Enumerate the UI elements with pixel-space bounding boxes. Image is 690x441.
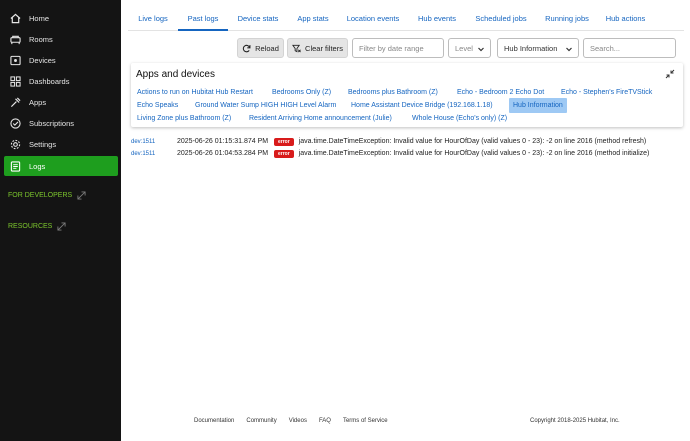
subscriptions-icon: [9, 117, 21, 129]
section-label: FOR DEVELOPERS: [8, 192, 73, 199]
search-input[interactable]: [583, 38, 676, 58]
sidebar-item-label: Devices: [29, 55, 56, 65]
sidebar-item-label: Apps: [29, 97, 47, 107]
app-filter-item-selected[interactable]: Hub Information: [509, 98, 567, 113]
apps-devices-panel: Apps and devices Actions to run on Hubit…: [131, 63, 683, 127]
log-message: java.time.DateTimeException: Invalid val…: [298, 150, 650, 157]
expand-icon: [57, 222, 66, 231]
app-filter-item[interactable]: Living Zone plus Bathroom (Z): [137, 111, 231, 126]
tab-scheduled-jobs[interactable]: Scheduled jobs: [466, 6, 536, 30]
section-label: RESOURCES: [8, 223, 53, 230]
tab-live-logs[interactable]: Live logs: [128, 6, 178, 30]
sidebar-item-settings[interactable]: Settings: [4, 134, 118, 154]
level-select[interactable]: Level: [448, 38, 491, 58]
chevron-down-icon: [478, 47, 484, 52]
log-device-link[interactable]: dev:1511: [131, 151, 177, 157]
app-filter-select[interactable]: Hub Information: [497, 38, 579, 58]
footer-link-community[interactable]: Community: [246, 418, 276, 424]
footer-link-videos[interactable]: Videos: [289, 418, 307, 424]
gear-icon: [9, 138, 21, 150]
sidebar-item-dashboards[interactable]: Dashboards: [4, 71, 118, 91]
tab-hub-actions[interactable]: Hub actions: [598, 6, 653, 30]
reload-icon: [242, 44, 251, 52]
devices-icon: [9, 54, 21, 66]
footer-link-terms[interactable]: Terms of Service: [343, 418, 388, 424]
clear-filters-button[interactable]: Clear filters: [287, 38, 348, 58]
sidebar-item-label: Settings: [29, 139, 57, 149]
sidebar-section-resources[interactable]: RESOURCES: [8, 222, 66, 231]
expand-icon: [77, 191, 86, 200]
footer-links: Documentation Community Videos FAQ Terms…: [194, 418, 400, 424]
sidebar-item-subscriptions[interactable]: Subscriptions: [4, 113, 118, 133]
sidebar-item-label: Logs: [29, 161, 46, 171]
tab-device-stats[interactable]: Device stats: [228, 6, 288, 30]
log-row: dev:1511 2025-06-26 01:15:31.874 PM erro…: [131, 136, 646, 147]
sidebar-section-developers[interactable]: FOR DEVELOPERS: [8, 191, 86, 200]
collapse-icon[interactable]: [665, 69, 675, 79]
tab-location-events[interactable]: Location events: [338, 6, 408, 30]
log-level-badge: error: [274, 149, 294, 158]
tab-hub-events[interactable]: Hub events: [408, 6, 466, 30]
panel-title: Apps and devices: [136, 69, 215, 80]
sidebar-item-logs[interactable]: Logs: [4, 156, 118, 176]
sidebar-item-label: Rooms: [29, 34, 53, 44]
sidebar: Home Rooms Devices Dashboards Apps Subsc…: [0, 0, 121, 441]
footer-link-faq[interactable]: FAQ: [319, 418, 331, 424]
dashboards-icon: [9, 75, 21, 87]
log-message: java.time.DateTimeException: Invalid val…: [298, 138, 647, 145]
chevron-down-icon: [566, 47, 572, 52]
filter-clear-icon: [292, 44, 301, 52]
logs-icon: [9, 160, 21, 172]
home-icon: [9, 12, 21, 24]
apps-icon: [9, 96, 21, 108]
app-filter-value: Hub Information: [504, 43, 558, 53]
date-range-input[interactable]: [352, 38, 444, 58]
log-timestamp: 2025-06-26 01:04:53.284 PM: [177, 150, 269, 157]
app-filter-item[interactable]: Whole House (Echo's only) (Z): [412, 111, 507, 126]
log-tabs: Live logs Past logs Device stats App sta…: [128, 6, 684, 31]
copyright: Copyright 2018-2025 Hubitat, Inc.: [530, 418, 620, 424]
sidebar-item-apps[interactable]: Apps: [4, 92, 118, 112]
reload-button[interactable]: Reload: [237, 38, 284, 58]
footer-link-documentation[interactable]: Documentation: [194, 418, 234, 424]
app-filter-item[interactable]: Resident Arriving Home announcement (Jul…: [249, 111, 392, 126]
log-row: dev:1511 2025-06-26 01:04:53.284 PM erro…: [131, 148, 649, 159]
sidebar-item-label: Dashboards: [29, 76, 70, 86]
sidebar-item-label: Home: [29, 13, 50, 23]
rooms-icon: [9, 33, 21, 45]
tab-app-stats[interactable]: App stats: [288, 6, 338, 30]
tab-running-jobs[interactable]: Running jobs: [536, 6, 598, 30]
app-filter-item[interactable]: Echo - Stephen's FireTVStick: [561, 85, 652, 100]
sidebar-item-devices[interactable]: Devices: [4, 50, 118, 70]
log-timestamp: 2025-06-26 01:15:31.874 PM: [177, 138, 269, 145]
level-placeholder: Level: [455, 43, 473, 53]
sidebar-item-label: Subscriptions: [29, 118, 75, 128]
sidebar-item-rooms[interactable]: Rooms: [4, 29, 118, 49]
reload-label: Reload: [255, 43, 279, 53]
clear-filters-label: Clear filters: [305, 43, 343, 53]
sidebar-item-home[interactable]: Home: [4, 8, 118, 28]
tab-past-logs[interactable]: Past logs: [178, 6, 228, 31]
log-level-badge: error: [274, 137, 294, 146]
log-device-link[interactable]: dev:1511: [131, 139, 177, 145]
